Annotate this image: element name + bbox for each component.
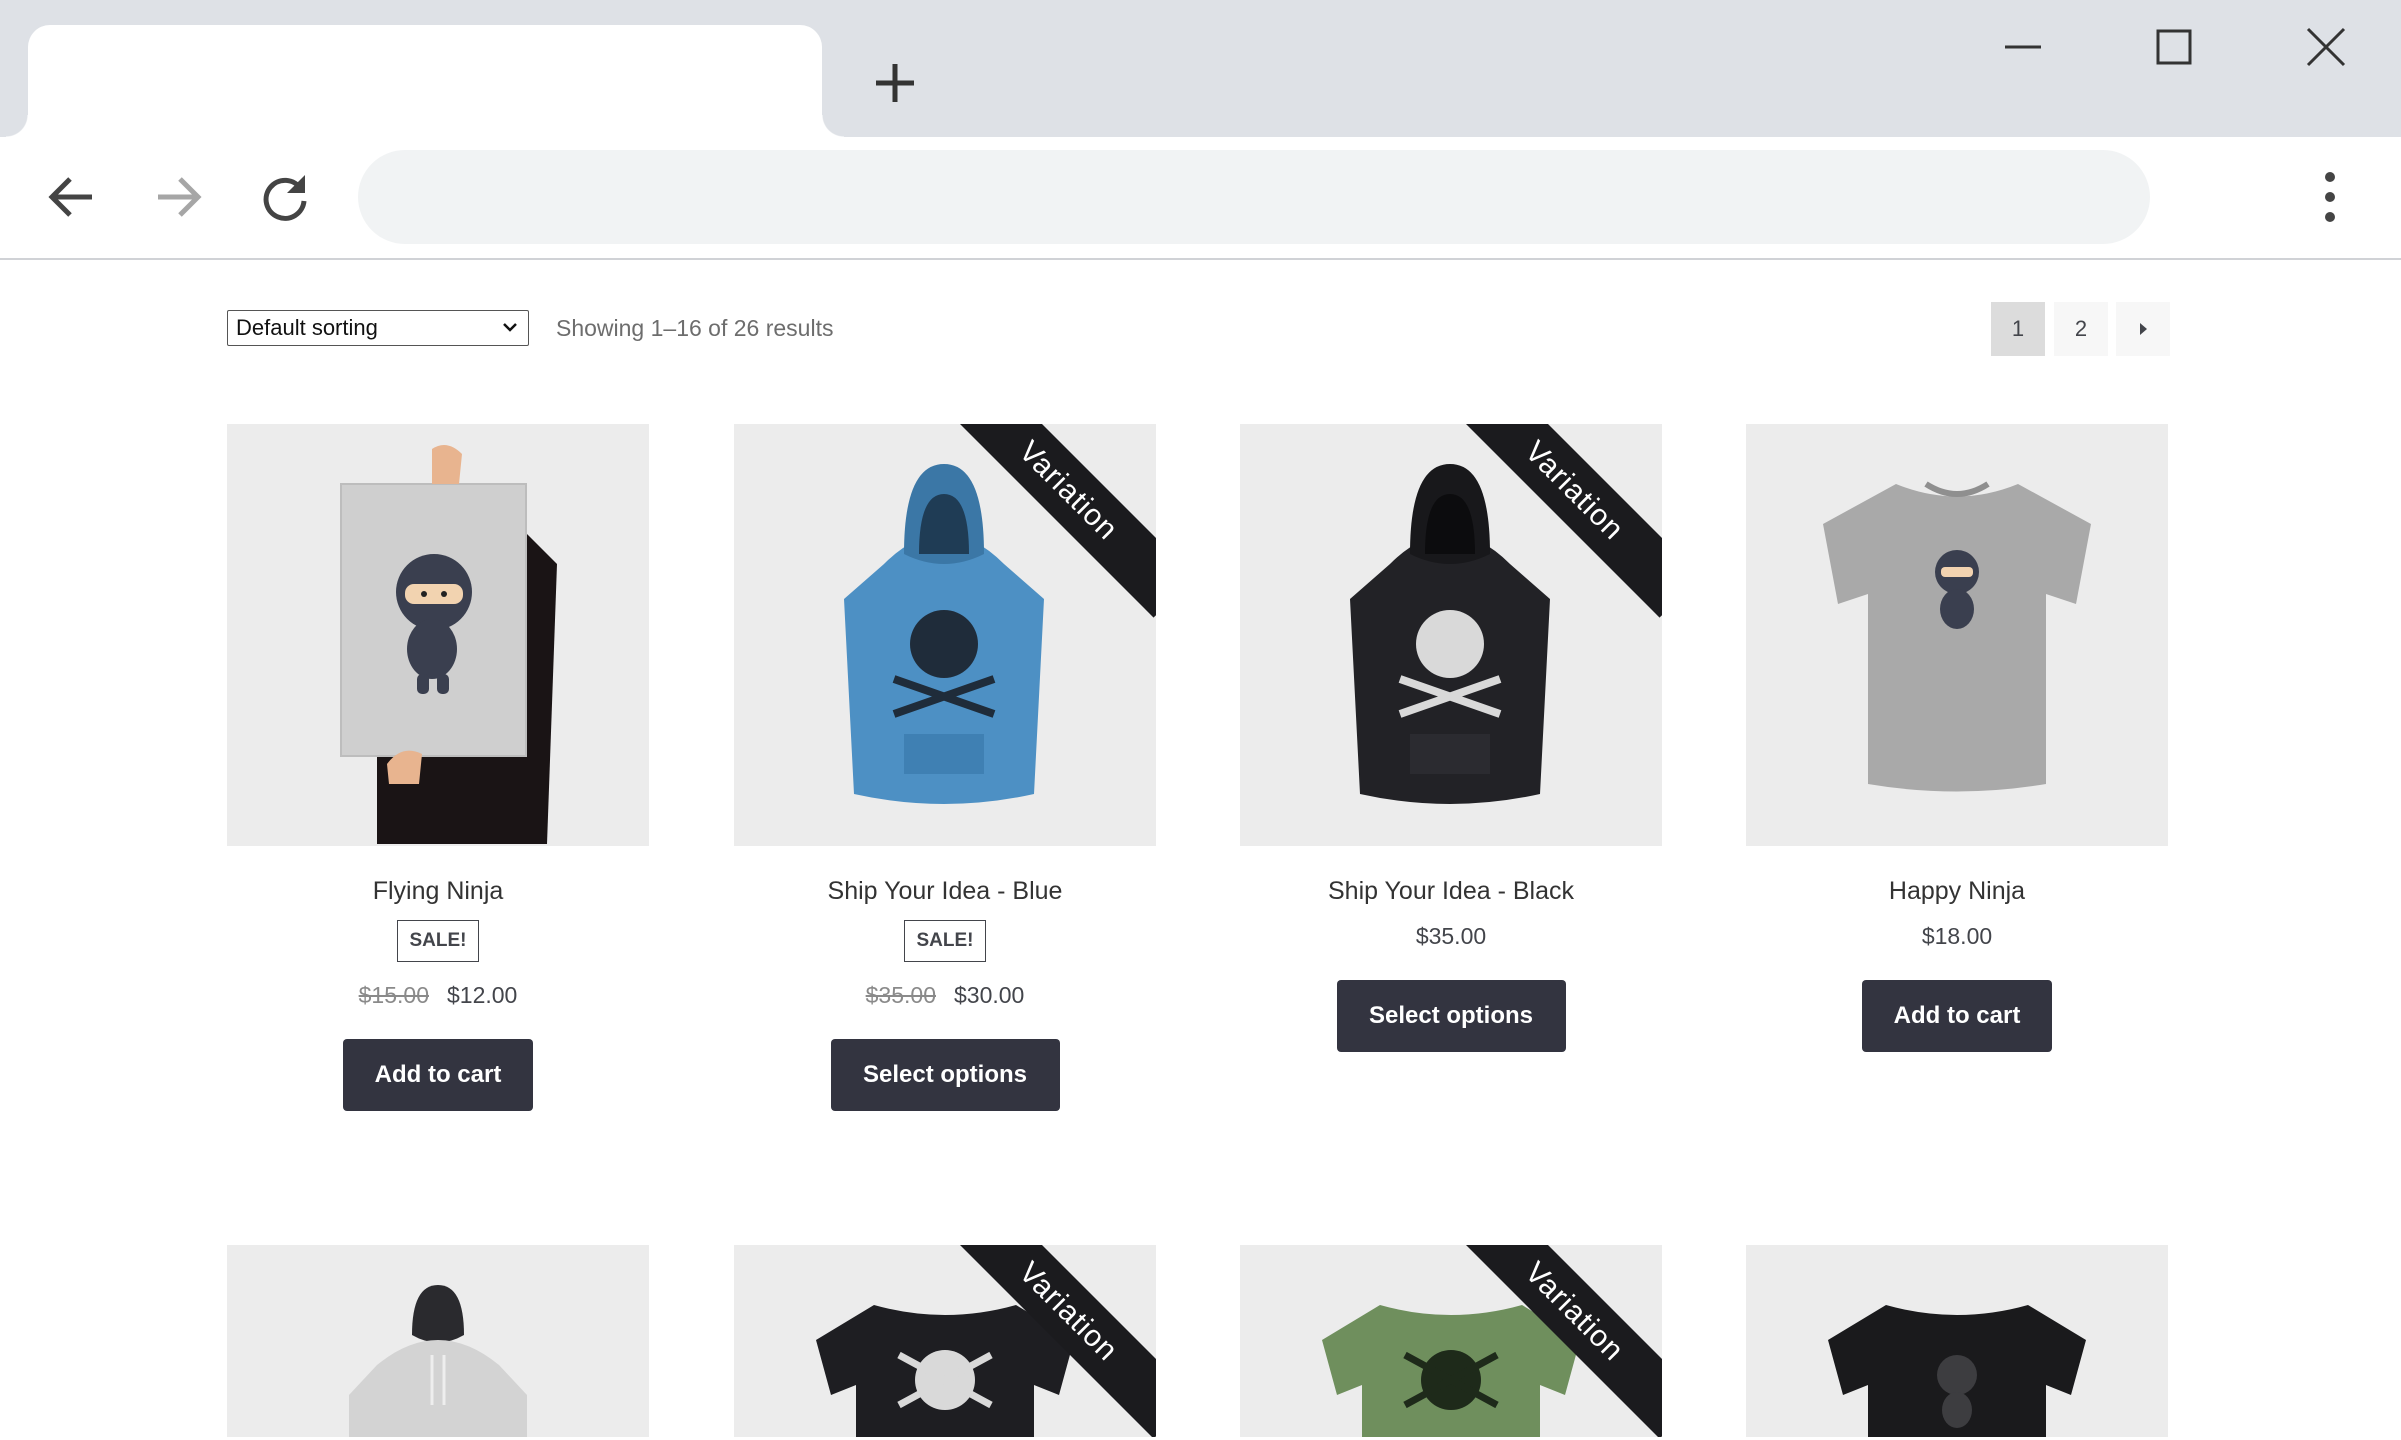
product-image[interactable] <box>227 424 649 846</box>
back-arrow-icon[interactable] <box>42 167 102 227</box>
forward-arrow-icon[interactable] <box>148 167 208 227</box>
current-price: $30.00 <box>954 982 1025 1008</box>
product-price: $18.00 <box>1921 923 1993 949</box>
old-price: $35.00 <box>865 982 936 1008</box>
address-bar[interactable] <box>358 150 2150 244</box>
product-image[interactable] <box>1746 1245 2168 1437</box>
product-image[interactable]: Variation <box>734 1245 1156 1437</box>
chevron-down-icon <box>503 323 517 332</box>
kebab-menu-icon[interactable] <box>2310 167 2350 227</box>
select-options-button[interactable]: Select options <box>830 1039 1060 1111</box>
add-to-cart-button[interactable]: Add to cart <box>1862 980 2052 1052</box>
product-card: Variation <box>1240 1245 1662 1437</box>
product-price: $35.00 $30.00 <box>734 982 1156 1009</box>
browser-titlebar <box>0 0 2401 137</box>
product-name[interactable]: Happy Ninja <box>1746 877 2168 906</box>
sorting-select[interactable]: Default sorting <box>227 310 529 346</box>
maximize-icon[interactable] <box>2138 25 2210 77</box>
add-to-cart-button[interactable]: Add to cart <box>343 1039 533 1111</box>
product-price: $15.00 $12.00 <box>227 982 649 1009</box>
product-card: Variation Ship Your Idea - Black $35.00 … <box>1240 424 1662 1052</box>
product-card: Flying Ninja SALE! $15.00 $12.00 Add to c… <box>227 424 649 1111</box>
close-icon[interactable] <box>2290 25 2362 77</box>
product-image[interactable] <box>1746 424 2168 846</box>
old-price: $15.00 <box>358 982 429 1008</box>
current-price: $12.00 <box>447 982 518 1008</box>
product-card: Variation <box>734 1245 1156 1437</box>
product-name[interactable]: Ship Your Idea - Blue <box>734 877 1156 906</box>
product-price: $35.00 <box>1415 923 1487 949</box>
next-arrow-icon[interactable] <box>2116 302 2170 356</box>
pagination-page-2[interactable]: 2 <box>2054 302 2108 356</box>
product-name[interactable]: Flying Ninja <box>227 877 649 906</box>
pagination-page-1: 1 <box>1991 302 2045 356</box>
sale-badge: SALE! <box>397 920 479 962</box>
minimize-icon[interactable] <box>1987 25 2059 77</box>
browser-tab[interactable] <box>6 25 844 137</box>
product-image[interactable]: Variation <box>734 424 1156 846</box>
plus-icon[interactable] <box>870 58 920 108</box>
product-card <box>1746 1245 2168 1437</box>
select-options-button[interactable]: Select options <box>1336 980 1566 1052</box>
product-image[interactable]: Variation <box>1240 1245 1662 1437</box>
product-image[interactable] <box>227 1245 649 1437</box>
product-card: Happy Ninja $18.00 Add to cart <box>1746 424 2168 1052</box>
product-card: Variation Ship Your Idea - Blue SALE! $3… <box>734 424 1156 1111</box>
result-count: Showing 1–16 of 26 results <box>556 315 834 341</box>
browser-toolbar <box>0 137 2401 260</box>
reload-icon[interactable] <box>255 167 315 227</box>
product-name[interactable]: Ship Your Idea - Black <box>1240 877 1662 906</box>
sorting-select-value: Default sorting <box>236 315 378 340</box>
product-image[interactable]: Variation <box>1240 424 1662 846</box>
product-card <box>227 1245 649 1437</box>
sale-badge: SALE! <box>904 920 986 962</box>
